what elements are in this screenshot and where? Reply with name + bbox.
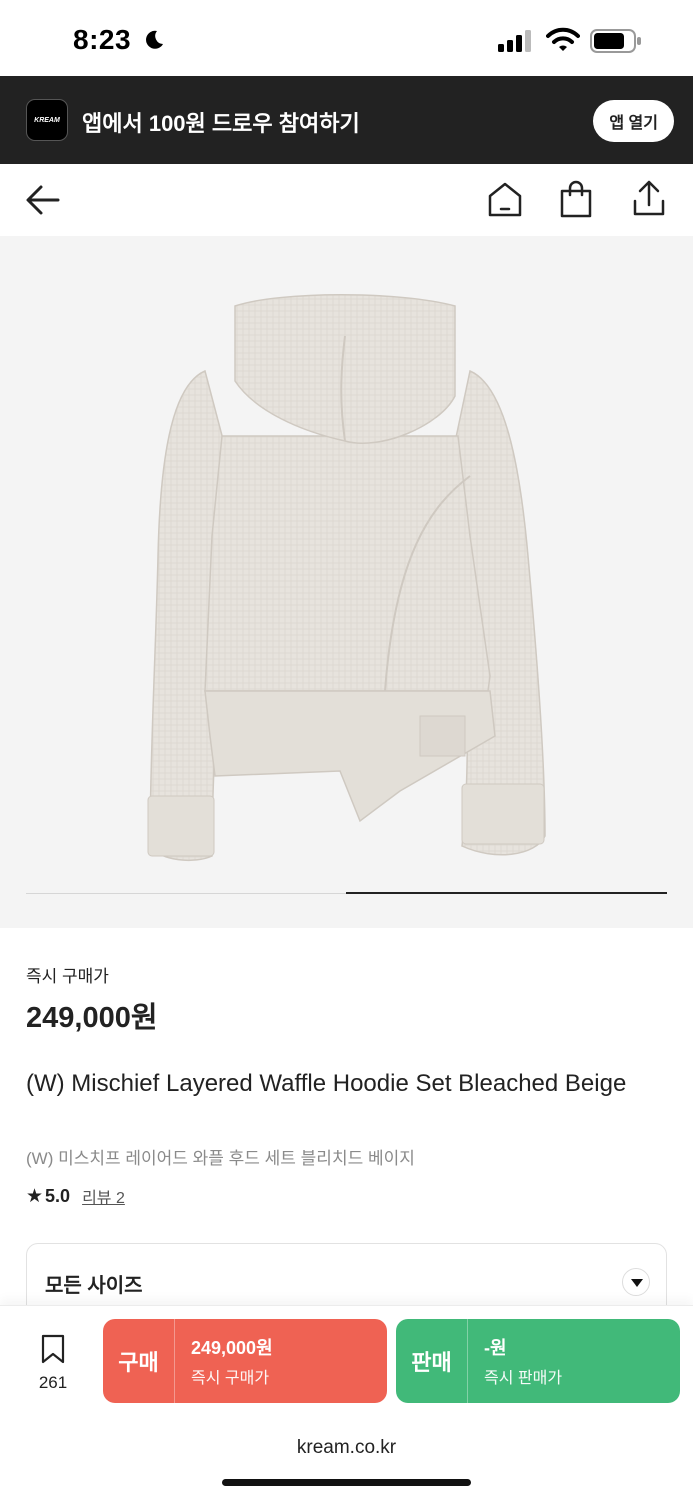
product-image [147, 294, 546, 862]
buy-title: 구매 [103, 1319, 175, 1403]
product-info: 즉시 구매가 249,000원 (W) Mischief Layered Waf… [0, 928, 693, 1323]
buy-button[interactable]: 구매 249,000원 즉시 구매가 [103, 1319, 387, 1403]
browser-address-bar: kream.co.kr [0, 1415, 693, 1500]
star-icon: ★ [26, 1185, 44, 1207]
rating-row: ★ 5.0 리뷰 2 [26, 1184, 125, 1208]
battery-icon [590, 29, 641, 53]
product-name: (W) Mischief Layered Waffle Hoodie Set B… [26, 1070, 627, 1097]
status-bar: 8:23 [0, 0, 693, 76]
bottom-action-bar: 261 구매 249,000원 즉시 구매가 판매 -원 즉시 판매가 [0, 1305, 693, 1415]
kream-logo: KREAM [26, 99, 68, 141]
size-select-label: 모든 사이즈 [45, 1275, 143, 1297]
shopping-bag-icon[interactable] [558, 180, 594, 220]
home-icon[interactable] [486, 180, 524, 220]
top-nav-bar [0, 164, 693, 236]
sell-title: 판매 [396, 1319, 468, 1403]
home-indicator[interactable] [222, 1479, 471, 1486]
wishlist-count: 261 [38, 1373, 68, 1392]
product-price: 249,000원 [26, 1002, 158, 1034]
sell-amount: -원 [484, 1338, 507, 1358]
status-time: 8:23 [73, 24, 132, 55]
product-name-korean: (W) 미스치프 레이어드 와플 후드 세트 블리치드 베이지 [26, 1149, 415, 1168]
rating-score: 5.0 [45, 1185, 71, 1206]
banner-text: 앱에서 100원 드로우 참여하기 [82, 111, 360, 136]
url-text[interactable]: kream.co.kr [0, 1437, 693, 1459]
price-label: 즉시 구매가 [26, 967, 109, 986]
product-image-carousel[interactable] [0, 236, 693, 928]
buy-desc: 즉시 구매가 [191, 1370, 270, 1387]
app-download-banner: KREAM 앱에서 100원 드로우 참여하기 앱 열기 [0, 76, 693, 164]
sell-desc: 즉시 판매가 [484, 1370, 563, 1387]
share-icon[interactable] [630, 179, 668, 219]
sell-button[interactable]: 판매 -원 즉시 판매가 [396, 1319, 680, 1403]
buy-amount: 249,000원 [191, 1338, 273, 1358]
open-app-button[interactable]: 앱 열기 [593, 100, 674, 142]
cellular-signal-icon [498, 30, 531, 52]
wishlist-button[interactable]: 261 [26, 1334, 80, 1393]
back-arrow-icon[interactable] [24, 182, 62, 218]
chevron-down-icon [622, 1268, 650, 1296]
bookmark-icon [41, 1334, 65, 1364]
carousel-progress-indicator [346, 892, 667, 894]
review-link[interactable]: 리뷰 2 [82, 1184, 125, 1208]
moon-icon [146, 30, 163, 49]
wifi-icon [546, 27, 580, 51]
